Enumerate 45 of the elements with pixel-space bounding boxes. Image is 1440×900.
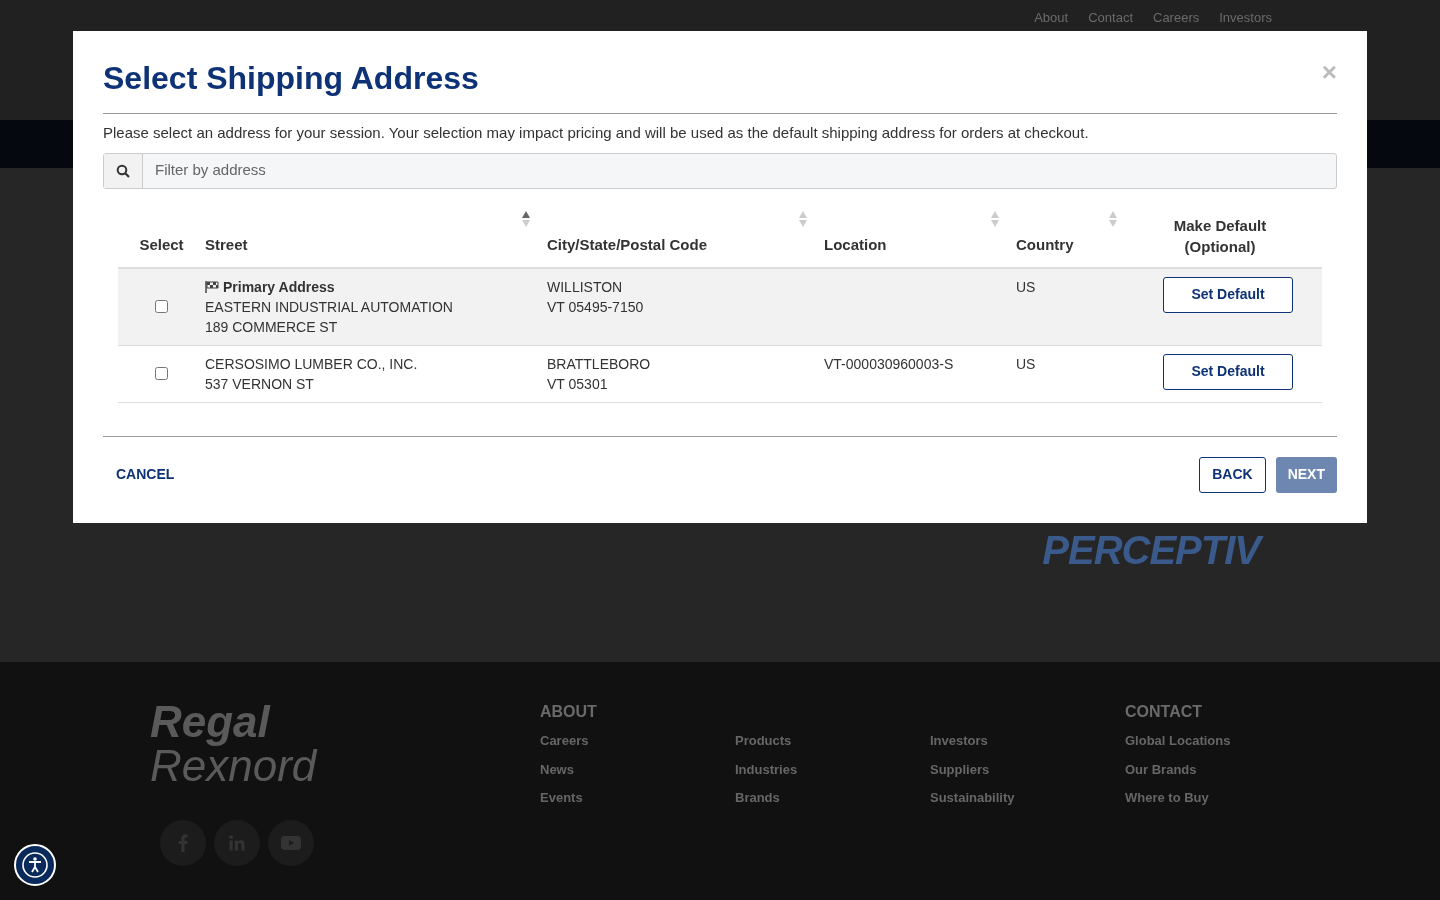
street-text: 537 VERNON ST [205,374,315,394]
footer-link[interactable]: Events [540,788,735,808]
footer-link[interactable]: News [540,759,735,779]
country-text: US [1016,355,1036,372]
footer-link[interactable]: Industries [735,759,930,779]
nav-link[interactable]: About [1034,8,1069,28]
city-text: VT 05301 [547,374,609,394]
footer-link[interactable]: Suppliers [930,759,1125,779]
nav-link[interactable]: Contact [1088,8,1133,28]
footer-link[interactable]: Brands [735,788,930,808]
footer-link[interactable]: Careers [540,731,735,751]
column-header: Make Default (Optional) [1172,215,1268,257]
modal-title: Select Shipping Address [103,59,479,98]
city-text: WILLISTON [547,277,624,297]
footer-heading: CONTACT [1125,702,1204,722]
street-text: 189 COMMERCE ST [205,317,339,337]
footer-link[interactable]: Our Brands [1125,759,1320,779]
company-logo[interactable]: Regal Rexnord [150,700,540,788]
set-default-button[interactable]: Set Default [1163,276,1293,313]
city-text: VT 05495-7150 [547,297,645,317]
intro-text: Please select an address for your session. Your selection may impact pricing and will be used as the default shipping address for orders at checkout. [103,123,1090,143]
address-row[interactable]: Primary Address EASTERN INDUSTRIAL AUTOMATION 189 COMMERCE ST WILLISTON VT 05495-7150 US Set Default [118,268,1322,346]
footer-link[interactable]: Investors [930,731,1125,751]
column-header[interactable]: Country [1016,234,1074,257]
column-header[interactable]: Street [205,234,248,257]
footer-heading: ABOUT [540,702,598,722]
primary-address-label: Primary Address [205,276,547,297]
country-text: US [1016,278,1036,295]
street-text: EASTERN INDUSTRIAL AUTOMATION [205,297,454,317]
street-text: CERSOSIMO LUMBER CO., INC. [205,354,419,374]
location-text: VT-000030960003-S [824,355,954,372]
city-text: BRATTLEBORO [547,354,652,374]
footer-link[interactable]: Global Locations [1125,731,1320,751]
nav-link[interactable]: Investors [1219,8,1272,28]
back-button[interactable]: BACK [1199,456,1266,493]
set-default-button[interactable]: Set Default [1163,353,1293,390]
column-header[interactable]: Location [824,234,887,257]
footer-link[interactable]: Sustainability [930,788,1125,808]
column-header: Select [139,235,184,255]
footer-link[interactable]: Products [735,731,930,751]
column-header[interactable]: City/State/Postal Code [547,234,708,257]
cancel-button[interactable]: CANCEL [103,456,188,493]
footer-link[interactable]: Where to Buy [1125,788,1320,808]
nav-link[interactable]: Careers [1153,8,1200,28]
close-button[interactable]: × [1321,59,1337,85]
